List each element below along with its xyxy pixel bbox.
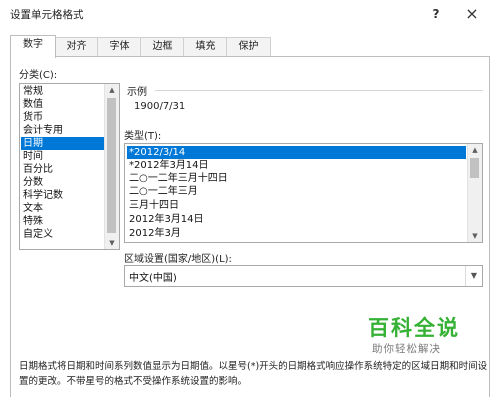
category-label: 分类(C): <box>19 70 58 81</box>
chevron-down-icon[interactable]: ▼ <box>465 266 482 286</box>
tab-strip: 数字 对齐 字体 边框 填充 保护 <box>10 35 490 58</box>
category-item-special[interactable]: 特殊 <box>21 215 105 228</box>
category-item-fraction[interactable]: 分数 <box>21 176 105 189</box>
type-item[interactable]: 2012年3月 <box>127 227 466 240</box>
type-label: 类型(T): <box>124 131 162 142</box>
type-item[interactable]: 三月十四日 <box>127 199 466 212</box>
format-cells-dialog: 设置单元格格式 ? × 数字 对齐 字体 边框 填充 保护 分类(C): 常规 … <box>0 0 500 397</box>
sample-label: 示例 <box>127 87 147 98</box>
close-button[interactable]: × <box>461 3 483 25</box>
category-item-percentage[interactable]: 百分比 <box>21 163 105 176</box>
tab-number[interactable]: 数字 <box>10 35 56 58</box>
category-item-time[interactable]: 时间 <box>21 150 105 163</box>
tab-protection[interactable]: 保护 <box>226 37 271 57</box>
sample-divider <box>155 90 483 91</box>
category-item-number[interactable]: 数值 <box>21 98 105 111</box>
category-item-scientific[interactable]: 科学记数 <box>21 189 105 202</box>
help-button[interactable]: ? <box>425 3 447 25</box>
locale-value: 中文(中国) <box>129 273 177 284</box>
type-item[interactable]: 二○一二年三月十四日 <box>127 172 466 185</box>
category-item-accounting[interactable]: 会计专用 <box>21 124 105 137</box>
category-item-text[interactable]: 文本 <box>21 202 105 215</box>
type-scrollbar[interactable]: ▲ ▼ <box>467 144 482 242</box>
sample-value: 1900/7/31 <box>134 101 186 112</box>
type-scroll-thumb[interactable] <box>470 158 479 178</box>
type-item[interactable]: *2012年3月14日 <box>127 159 466 172</box>
down-arrow-icon[interactable]: ▼ <box>105 237 119 249</box>
category-scrollbar[interactable]: ▲ ▼ <box>104 84 119 249</box>
category-item-currency[interactable]: 货币 <box>21 111 105 124</box>
locale-select[interactable]: 中文(中国) ▼ <box>124 265 483 287</box>
locale-label: 区域设置(国家/地区)(L): <box>124 254 232 265</box>
up-arrow-icon[interactable]: ▲ <box>105 84 119 96</box>
format-description: 日期格式将日期和时间系列数值显示为日期值。以星号(*)开头的日期格式响应操作系统… <box>19 361 488 387</box>
category-scroll-thumb[interactable] <box>107 98 116 233</box>
type-item[interactable]: 二○一二年三月 <box>127 185 466 198</box>
category-item-general[interactable]: 常规 <box>21 85 105 98</box>
tab-fill[interactable]: 填充 <box>183 37 228 57</box>
type-list[interactable]: *2012/3/14 *2012年3月14日 二○一二年三月十四日 二○一二年三… <box>124 143 483 243</box>
category-item-date[interactable]: 日期 <box>21 137 105 150</box>
category-item-custom[interactable]: 自定义 <box>21 228 105 241</box>
dialog-title: 设置单元格格式 <box>10 9 84 21</box>
type-item[interactable]: 2012年3月14日 <box>127 213 466 226</box>
up-arrow-icon[interactable]: ▲ <box>468 144 482 156</box>
down-arrow-icon[interactable]: ▼ <box>468 230 482 242</box>
category-list[interactable]: 常规 数值 货币 会计专用 日期 时间 百分比 分数 科学记数 文本 特殊 自定… <box>19 83 120 250</box>
tab-alignment[interactable]: 对齐 <box>54 37 99 57</box>
tab-font[interactable]: 字体 <box>97 37 142 57</box>
tab-border[interactable]: 边框 <box>140 37 185 57</box>
type-item[interactable]: *2012/3/14 <box>127 146 466 159</box>
title-bar: 设置单元格格式 ? × <box>0 0 500 28</box>
watermark-tagline: 助你轻松解决 <box>372 343 441 355</box>
watermark-logo-text: 百科全说 <box>368 316 460 340</box>
